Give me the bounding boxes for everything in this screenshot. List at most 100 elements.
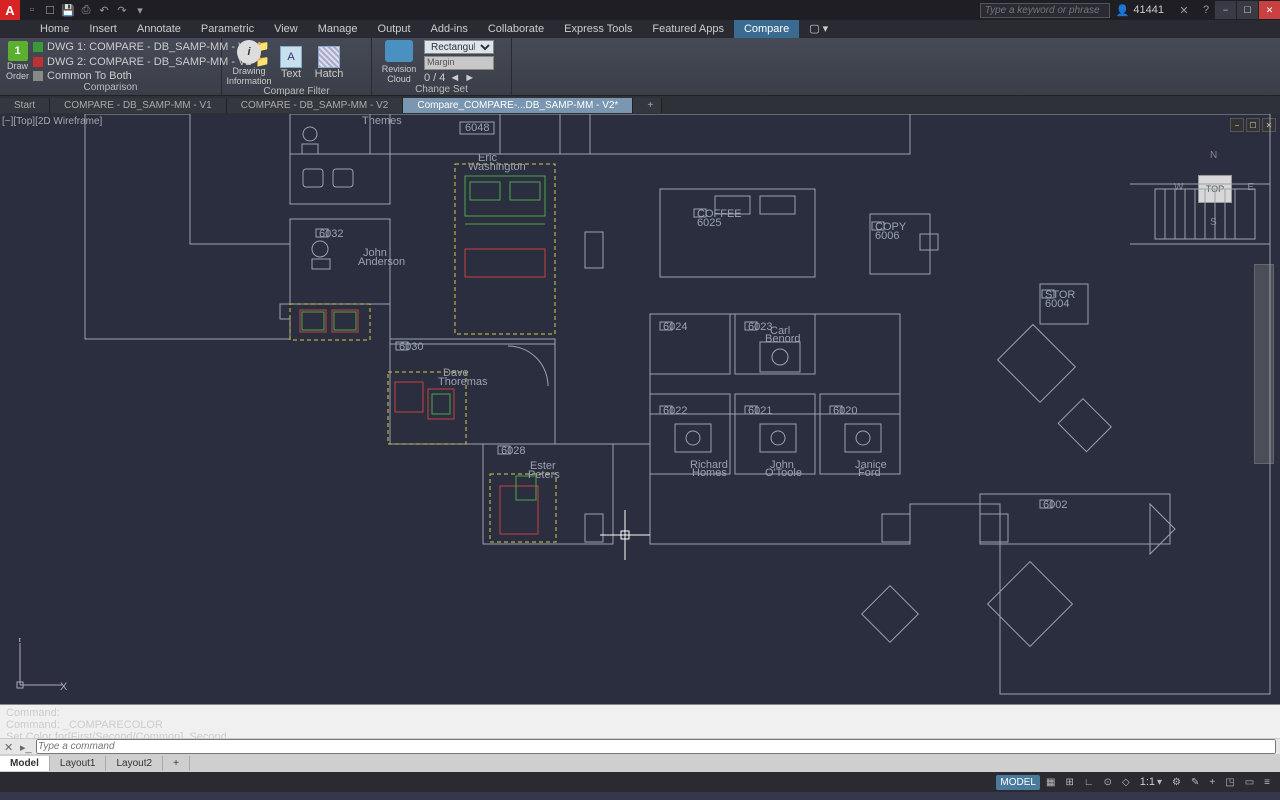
redo-icon[interactable]: ↷ [114,2,130,18]
titlebar: A ▫ ☐ 💾 ⎙ ↶ ↷ ▾ 👤41441 ✕ ? − ☐ ✕ [0,0,1280,20]
shape-select[interactable]: Rectangular [424,40,494,54]
status-model[interactable]: MODEL [996,775,1040,790]
dwg2-label: DWG 2: COMPARE - DB_SAMP-MM - V2 [47,56,252,68]
layout-1[interactable]: Layout1 [50,756,107,771]
status-iso-icon[interactable]: ◳ [1221,775,1238,790]
tab-output[interactable]: Output [368,20,421,38]
window-controls: − ☐ ✕ [1214,1,1280,19]
next-icon[interactable]: ► [464,72,475,84]
user-label: 41441 [1133,4,1164,16]
file-tab-new[interactable]: + [633,98,662,113]
tab-home[interactable]: Home [30,20,79,38]
panel-filter: iDrawing Information AText Hatch Compare… [222,38,372,95]
tab-express[interactable]: Express Tools [554,20,642,38]
swatch-red [33,57,43,67]
info-icon: i [237,40,261,64]
tab-featured[interactable]: Featured Apps [642,20,734,38]
svg-text:Homes: Homes [692,467,727,479]
ucs-icon[interactable]: YX [12,638,67,696]
new-icon[interactable]: ▫ [24,2,40,18]
saveas-icon[interactable]: ⎙ [78,2,94,18]
tab-parametric[interactable]: Parametric [191,20,264,38]
save-icon[interactable]: 💾 [60,2,76,18]
status-clean-icon[interactable]: ▭ [1241,775,1258,790]
svg-text:O'Toole: O'Toole [765,467,802,479]
file-tab-start[interactable]: Start [0,98,50,113]
hatch-label: Hatch [315,68,344,80]
qat-more-icon[interactable]: ▾ [132,2,148,18]
revcloud-label: Revision Cloud [382,64,417,84]
panel-title: Change Set [378,84,505,95]
undo-icon[interactable]: ↶ [96,2,112,18]
svg-text:Peters: Peters [528,469,560,481]
status-grid-icon[interactable]: ▦ [1042,775,1059,790]
status-plus-icon[interactable]: + [1205,775,1219,790]
common-label: Common To Both [47,70,132,82]
command-input[interactable] [36,739,1276,754]
tab-insert[interactable]: Insert [79,20,127,38]
revision-cloud-button[interactable]: Revision Cloud [378,40,420,84]
svg-text:Themes: Themes [362,115,402,127]
panel-comparison: 1 Draw Order DWG 1: COMPARE - DB_SAMP-MM… [0,38,222,95]
app-logo[interactable]: A [0,0,20,20]
text-icon: A [280,46,302,68]
command-close-icon[interactable]: ✕ [4,741,16,753]
exchange-icon[interactable]: ✕ [1176,2,1192,18]
ribbon-tabs: Home Insert Annotate Parametric View Man… [0,20,1280,38]
status-custom-icon[interactable]: ≡ [1260,775,1274,790]
drawing-info-button[interactable]: iDrawing Information [228,40,270,86]
text-label: Text [281,68,301,80]
text-filter-button[interactable]: AText [274,40,308,86]
svg-text:6032: 6032 [319,228,343,240]
status-snap-icon[interactable]: ⊞ [1061,775,1077,790]
tab-annotate[interactable]: Annotate [127,20,191,38]
status-ortho-icon[interactable]: ∟ [1080,775,1098,790]
hatch-filter-button[interactable]: Hatch [312,40,346,86]
status-polar-icon[interactable]: ⊙ [1100,775,1116,790]
status-gear-icon[interactable]: ⚙ [1168,775,1185,790]
drawing-canvas[interactable]: [−][Top][2D Wireframe] − ☐ ✕ N S E W TOP [0,114,1280,704]
tab-addins[interactable]: Add-ins [421,20,478,38]
svg-text:Anderson: Anderson [358,256,405,268]
layout-model[interactable]: Model [0,756,50,771]
file-tab-v2[interactable]: COMPARE - DB_SAMP-MM - V2 [227,98,404,113]
ribbon-body: 1 Draw Order DWG 1: COMPARE - DB_SAMP-MM… [0,38,1280,96]
quick-access-toolbar: ▫ ☐ 💾 ⎙ ↶ ↷ ▾ [20,2,148,18]
status-anno-icon[interactable]: ✎ [1187,775,1203,790]
margin-field[interactable]: Margin [424,56,494,70]
swatch-grey [33,71,43,81]
draw-order-button[interactable]: 1 Draw Order [6,40,29,82]
svg-text:X: X [60,681,67,693]
tab-more[interactable]: ▢ ▾ [799,19,838,38]
changeset-options: Rectangular Margin 0 / 4 ◄ ► [424,40,494,84]
layout-tabs: Model Layout1 Layout2 + [0,754,1280,772]
svg-text:6023: 6023 [748,321,772,333]
command-history[interactable]: Command: Command: _COMPARECOLOR Set Colo… [0,705,1280,738]
cmd-line-2: Command: _COMPARECOLOR [6,719,1274,731]
command-prompt-icon: ▸_ [20,741,32,753]
swatch-green [33,42,43,52]
svg-text:6021: 6021 [748,405,772,417]
search-input[interactable] [980,3,1110,18]
file-tab-compare[interactable]: Compare_COMPARE-...DB_SAMP-MM - V2* [403,98,633,113]
layout-2[interactable]: Layout2 [106,756,163,771]
status-bar: MODEL ▦ ⊞ ∟ ⊙ ◇ 1:1 ▾ ⚙ ✎ + ◳ ▭ ≡ [0,772,1280,792]
close-button[interactable]: ✕ [1258,1,1280,19]
tab-view[interactable]: View [264,20,308,38]
status-scale[interactable]: 1:1 ▾ [1136,774,1166,790]
tab-collaborate[interactable]: Collaborate [478,20,554,38]
status-osnap-icon[interactable]: ◇ [1118,775,1134,790]
layout-add[interactable]: + [163,756,190,771]
prev-icon[interactable]: ◄ [449,72,460,84]
help-icon[interactable]: ? [1198,2,1214,18]
open-icon[interactable]: ☐ [42,2,58,18]
tab-manage[interactable]: Manage [308,20,368,38]
maximize-button[interactable]: ☐ [1236,1,1258,19]
minimize-button[interactable]: − [1214,1,1236,19]
tab-compare[interactable]: Compare [734,20,799,38]
svg-text:6020: 6020 [833,405,857,417]
file-tab-v1[interactable]: COMPARE - DB_SAMP-MM - V1 [50,98,227,113]
signin[interactable]: 👤41441 [1110,4,1170,17]
command-input-row: ✕ ▸_ [0,738,1280,754]
panel-title: Compare Filter [228,86,365,97]
